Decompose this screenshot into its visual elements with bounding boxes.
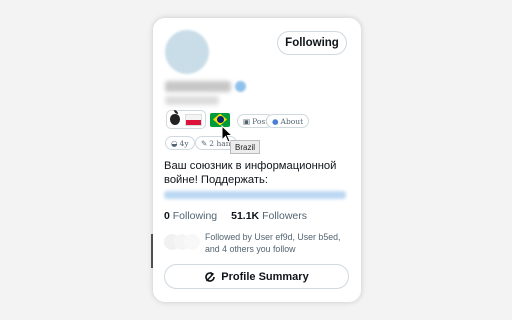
followers-stat[interactable]: 51.1K Followers [231,210,307,222]
mutual-followers-avatars [164,234,200,250]
profile-hover-card: Following ▣ Post ● About ◒ 4y ✎ 2 han Br… [153,18,361,302]
post-icon: ▣ [243,116,251,126]
profile-bio: Ваш союзник в информационной войне! Подд… [164,159,354,187]
os-flag-box [166,110,206,129]
user-handle[interactable] [165,96,219,105]
profile-summary-button[interactable]: Profile Summary [164,264,349,289]
bio-link[interactable] [164,191,346,199]
account-age-badge: ◒ 4y [165,136,195,150]
profile-summary-label: Profile Summary [221,270,309,283]
following-button[interactable]: Following [277,31,347,55]
refresh-icon [205,271,216,282]
flag-tooltip: Brazil [230,140,261,154]
follow-stats: 0 Following 51.1K Followers [164,210,307,222]
bio-line: Ваш союзник в информационной [164,160,337,172]
mouse-cursor-icon [221,125,233,143]
avatar[interactable] [165,30,209,74]
pencil-icon: ✎ [201,138,208,148]
person-icon: ● [272,116,279,126]
apple-icon [170,110,180,125]
verified-badge-icon [235,81,246,92]
display-name[interactable] [165,81,231,92]
followed-by-text[interactable]: Followed by User ef9d, User b5ed, and 4 … [205,231,355,255]
poland-flag-icon [185,113,202,126]
bio-line: войне! Поддержать: [164,174,268,186]
cake-icon: ◒ [171,138,178,148]
about-badge[interactable]: ● About [266,114,310,128]
following-stat[interactable]: 0 Following [164,210,217,222]
